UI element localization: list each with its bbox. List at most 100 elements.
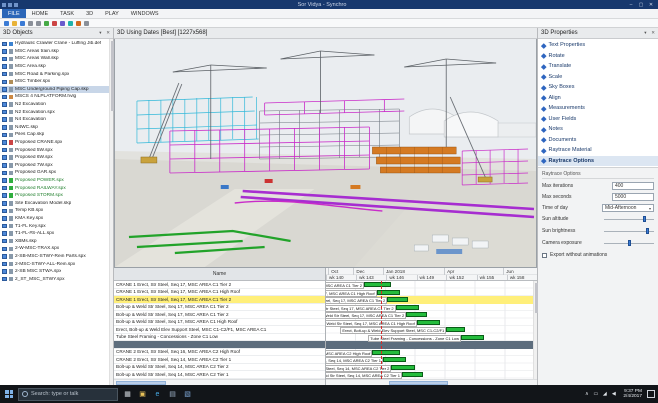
tree-item[interactable]: MSC Underground Piping Cap.skp: [0, 86, 113, 94]
tree-item[interactable]: T1-FL-#S-ALL.spx: [0, 230, 113, 238]
ribbon-tool-redo[interactable]: [36, 21, 41, 26]
tree-item-checkbox[interactable]: [2, 171, 7, 176]
taskbar-clock[interactable]: 9:37 PM 2/4/2017: [621, 389, 644, 400]
viewport-3d[interactable]: [114, 39, 537, 267]
gantt-task-row[interactable]: Bolt-up & Weld Str Steel, Seq 14, MSC AR…: [114, 364, 325, 372]
tree-item[interactable]: MSC Timber.spx: [0, 78, 113, 86]
tree-item[interactable]: Proposed 5W.spx: [0, 146, 113, 154]
tree-item-checkbox[interactable]: [2, 148, 7, 153]
ribbon-tool-open[interactable]: [12, 21, 17, 26]
sun-altitude-slider[interactable]: [604, 215, 654, 223]
time-of-day-select[interactable]: Mid-Afternoon ▾: [602, 204, 654, 212]
tree-item[interactable]: N4 Excavation: [0, 116, 113, 124]
tree-item-checkbox[interactable]: [2, 269, 7, 274]
tree-item-checkbox[interactable]: [2, 80, 7, 85]
tree-item[interactable]: N2 Excavation: [0, 101, 113, 109]
network-icon[interactable]: ◢: [600, 385, 609, 403]
tree-item[interactable]: Proposed CRANE.spx: [0, 139, 113, 147]
gantt-names-scrollbar[interactable]: [114, 379, 325, 385]
tree-item-checkbox[interactable]: [2, 277, 7, 282]
max-seconds-input[interactable]: 5000: [612, 193, 654, 201]
gantt-chart-area[interactable]: CRANE 1 Erect, Str Steel, Seq 17, MSC AR…: [326, 281, 537, 379]
tree-item[interactable]: MSC Area.skp: [0, 63, 113, 71]
properties-item[interactable]: Raytrace Options: [538, 156, 658, 167]
file-explorer-icon[interactable]: ▣: [135, 385, 150, 403]
tree-item[interactable]: Temp KB.spx: [0, 207, 113, 215]
tray-chevron-icon[interactable]: ∧: [582, 385, 591, 403]
tree-item[interactable]: N2 Excavation.spx: [0, 108, 113, 116]
tree-item-checkbox[interactable]: [2, 87, 7, 92]
tree-item-checkbox[interactable]: [2, 239, 7, 244]
gantt-task-row[interactable]: Tube Steel Framing - Concessions - Zone …: [114, 334, 325, 342]
tree-item-checkbox[interactable]: [2, 178, 7, 183]
tree-item[interactable]: Proposed GAR.spx: [0, 169, 113, 177]
gantt-bar[interactable]: [387, 297, 408, 302]
tree-item[interactable]: 2-W-MSC-TRAX.spx: [0, 245, 113, 253]
tree-item[interactable]: Proposed STORM.spx: [0, 192, 113, 200]
ribbon-tool-save[interactable]: [20, 21, 25, 26]
gantt-task-row[interactable]: Erect, Bolt-up & Weld Elev Support Steel…: [114, 326, 325, 334]
camera-exposure-slider[interactable]: [604, 239, 654, 247]
tree-item-checkbox[interactable]: [2, 57, 7, 62]
sun-brightness-slider[interactable]: [604, 227, 654, 235]
close-button[interactable]: ✕: [646, 2, 656, 8]
minimize-button[interactable]: –: [626, 2, 636, 8]
gantt-task-row[interactable]: CRANE 1 Erect, Str Steel, Seq 17, MSC AR…: [114, 289, 325, 297]
ribbon-tool-settings[interactable]: [84, 21, 89, 26]
ribbon-tool-focus-time[interactable]: [76, 21, 81, 26]
tree-item[interactable]: Proposed 6W.spx: [0, 154, 113, 162]
gantt-bar[interactable]: [383, 357, 406, 362]
ribbon-tab[interactable]: WINDOWS: [125, 9, 165, 18]
tree-item-checkbox[interactable]: [2, 247, 7, 252]
gantt-chart-vscrollbar[interactable]: [533, 281, 537, 379]
tree-item[interactable]: T1-FL Key.spx: [0, 222, 113, 230]
tree-item[interactable]: Proposed RAILWAY.spx: [0, 184, 113, 192]
gantt-bar[interactable]: [446, 327, 465, 332]
edge-icon[interactable]: e: [150, 385, 165, 403]
ribbon-tab[interactable]: PLAY: [99, 9, 125, 18]
task-view-icon[interactable]: ▦: [120, 385, 135, 403]
tree-item-checkbox[interactable]: [2, 133, 7, 138]
gantt-bar[interactable]: [417, 320, 440, 325]
gantt-bar[interactable]: [406, 312, 427, 317]
tree-item[interactable]: 2-MSC-STWY-ALL-Rein.spx: [0, 260, 113, 268]
gantt-name-column-header[interactable]: Name: [114, 268, 325, 281]
properties-item[interactable]: Align: [538, 93, 658, 104]
tree-item-checkbox[interactable]: [2, 186, 7, 191]
tree-item-checkbox[interactable]: [2, 224, 7, 229]
tree-item-checkbox[interactable]: [2, 201, 7, 206]
panel-close-icon[interactable]: ✕: [106, 30, 110, 35]
tree-item[interactable]: Proposed POWER.spx: [0, 177, 113, 185]
gantt-bar[interactable]: [461, 335, 484, 340]
volume-icon[interactable]: ◀: [609, 385, 618, 403]
tree-item-checkbox[interactable]: [2, 125, 7, 130]
properties-item[interactable]: Notes: [538, 124, 658, 135]
gantt-chart-scrollbar[interactable]: [326, 379, 537, 385]
tree-item-checkbox[interactable]: [2, 155, 7, 160]
ribbon-tab[interactable]: FILE: [2, 9, 26, 18]
tree-item-checkbox[interactable]: [2, 64, 7, 69]
gantt-task-row[interactable]: Bolt-up & Weld Str Steel, Seq 14, MSC AR…: [114, 371, 325, 379]
gantt-bar[interactable]: [391, 365, 414, 370]
tree-item[interactable]: N4WC.skp: [0, 124, 113, 132]
properties-item[interactable]: Raytrace Material: [538, 145, 658, 156]
store-icon[interactable]: ▤: [165, 385, 180, 403]
properties-item[interactable]: Documents: [538, 135, 658, 146]
tree-item-checkbox[interactable]: [2, 110, 7, 115]
tree-item-checkbox[interactable]: [2, 216, 7, 221]
panel-close-icon[interactable]: ✕: [651, 30, 655, 35]
gantt-bar[interactable]: [396, 305, 419, 310]
tree-item-checkbox[interactable]: [2, 193, 7, 198]
properties-item[interactable]: User Fields: [538, 114, 658, 125]
tree-item[interactable]: XBMs.skp: [0, 237, 113, 245]
tree-item-checkbox[interactable]: [2, 254, 7, 259]
tree-item[interactable]: Hydraulic Crawler Crane - Luffing Jib.de…: [0, 40, 113, 48]
max-iterations-input[interactable]: 400: [612, 182, 654, 190]
tree-item[interactable]: MSCS 4 NLPLATFORM.hvlg: [0, 93, 113, 101]
tree-item[interactable]: MSC Road & Parking.spx: [0, 70, 113, 78]
properties-item[interactable]: Sky Boxes: [538, 82, 658, 93]
start-button[interactable]: [0, 385, 18, 403]
properties-item[interactable]: Measurements: [538, 103, 658, 114]
gantt-task-row[interactable]: [114, 341, 325, 349]
maximize-button[interactable]: ▢: [636, 2, 646, 8]
